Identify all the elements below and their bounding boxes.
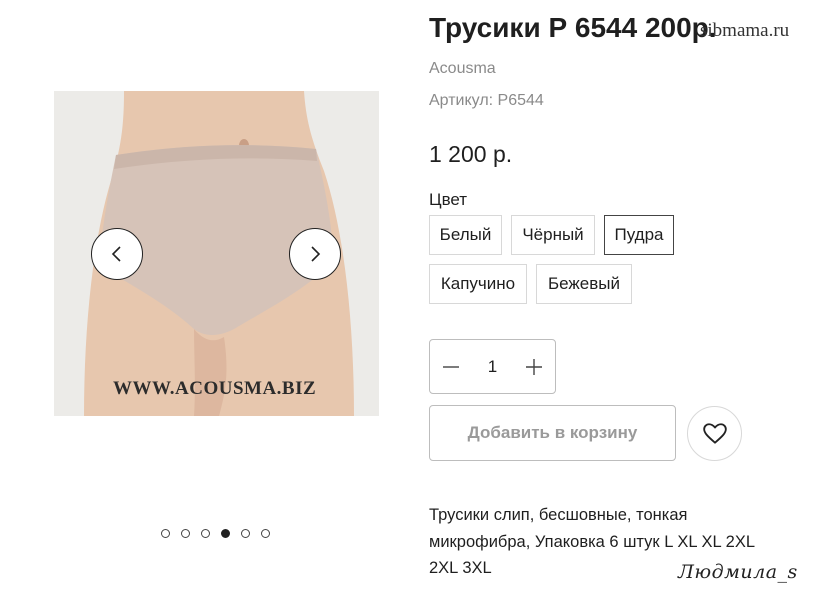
- color-option-beige[interactable]: Бежевый: [536, 264, 632, 304]
- quantity-decrease-button[interactable]: [430, 340, 472, 393]
- quantity-stepper: 1: [429, 339, 556, 394]
- color-option-powder[interactable]: Пудра: [604, 215, 674, 255]
- color-option-black[interactable]: Чёрный: [511, 215, 595, 255]
- gallery-dot-active[interactable]: [221, 529, 230, 538]
- product-title: Трусики Р 6544 200р.: [429, 12, 717, 43]
- quantity-value[interactable]: 1: [488, 357, 497, 377]
- gallery-dot[interactable]: [181, 529, 190, 538]
- gallery-dot[interactable]: [241, 529, 250, 538]
- gallery-dot[interactable]: [201, 529, 210, 538]
- chevron-left-icon: [111, 246, 121, 262]
- product-image-gallery: WWW.ACOUSMA.BIZ: [54, 91, 379, 416]
- add-to-cart-button[interactable]: Добавить в корзину: [429, 405, 676, 461]
- minus-icon: [443, 365, 459, 368]
- color-label: Цвет: [429, 190, 468, 209]
- color-option-white[interactable]: Белый: [429, 215, 502, 255]
- plus-icon: [526, 358, 542, 375]
- gallery-pagination: [161, 529, 270, 538]
- gallery-next-button[interactable]: [289, 228, 341, 280]
- gallery-dot[interactable]: [261, 529, 270, 538]
- product-price: 1 200 р.: [429, 141, 513, 167]
- chevron-right-icon: [311, 246, 321, 262]
- image-watermark: WWW.ACOUSMA.BIZ: [113, 378, 317, 399]
- product-sku: Артикул: Р6544: [429, 92, 544, 109]
- heart-icon: [702, 422, 727, 444]
- product-brand: Acousma: [429, 60, 496, 77]
- wishlist-button[interactable]: [687, 406, 742, 461]
- gallery-dot[interactable]: [161, 529, 170, 538]
- gallery-prev-button[interactable]: [91, 228, 143, 280]
- quantity-increase-button[interactable]: [513, 340, 555, 393]
- site-watermark: sibmama.ru: [700, 20, 790, 41]
- color-option-cappuccino[interactable]: Капучино: [429, 264, 527, 304]
- user-signature: Людмила_s: [678, 561, 798, 583]
